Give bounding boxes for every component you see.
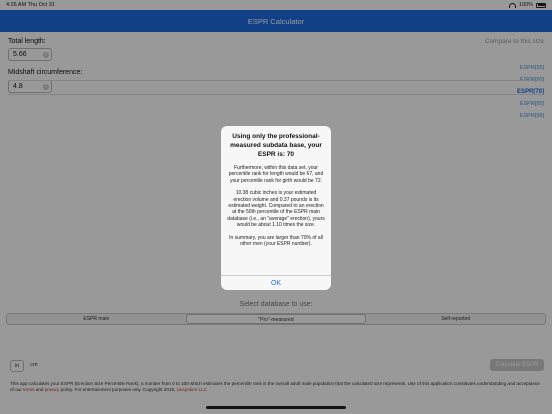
alert-paragraph-1: Furthermore, within this data set, your … [228,165,324,184]
ok-button[interactable]: OK [221,275,331,290]
alert-paragraph-3: In summary, you are larger than 70% of a… [229,234,323,248]
result-alert: Using only the professional-measured sub… [221,126,331,290]
alert-message: Furthermore, within this data set, your … [221,159,331,247]
alert-title: Using only the professional-measured sub… [230,133,322,158]
alert-paragraph-2: 10.38 cubic inches is your estimated ere… [227,190,325,229]
